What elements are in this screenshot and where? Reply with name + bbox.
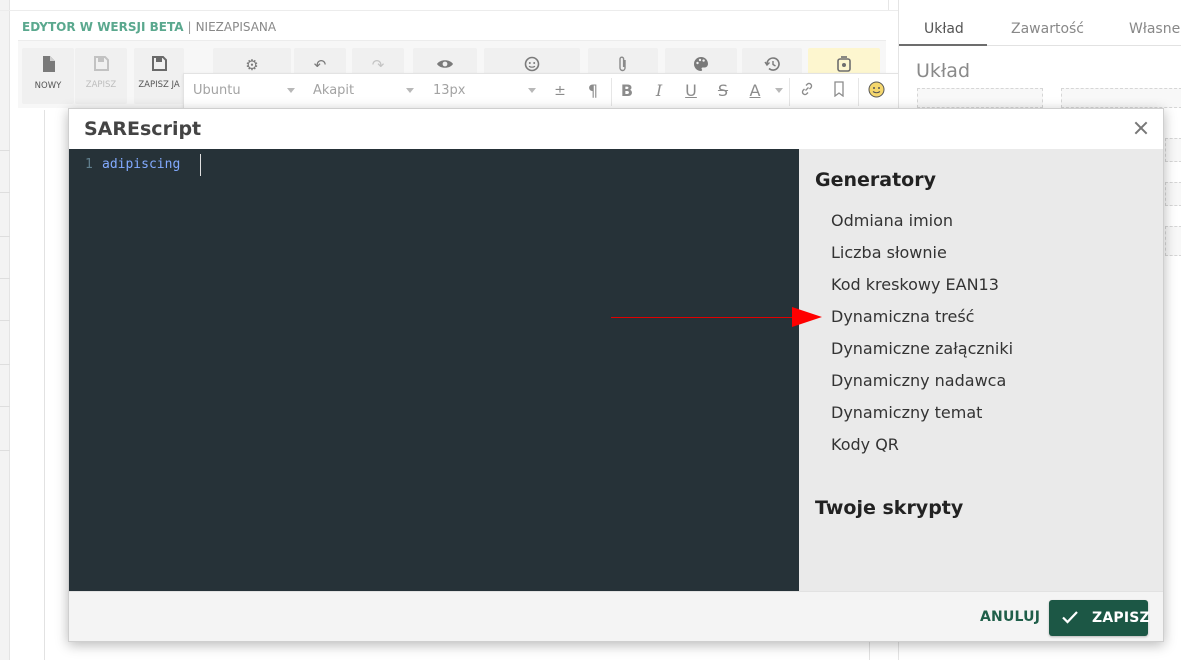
top-divider (0, 10, 898, 11)
save-button[interactable]: ZAPISZ (1049, 600, 1150, 636)
text-cursor (200, 154, 201, 176)
bookmark-icon[interactable] (828, 81, 850, 102)
toolbar-divider (858, 78, 859, 106)
annotation-arrow-icon (792, 307, 822, 327)
layout-block[interactable] (917, 88, 1043, 108)
save-toolbar-label: ZAPISZ (85, 80, 117, 90)
emoji-icon[interactable] (865, 81, 887, 103)
generator-dynamic-subject[interactable]: Dynamiczny temat (831, 405, 1013, 437)
underline-icon[interactable]: U (680, 81, 702, 101)
redo-icon: ↷ (371, 56, 385, 74)
generator-name-declension[interactable]: Odmiana imion (831, 213, 1013, 245)
chevron-down-icon (528, 88, 536, 93)
undo-icon: ↶ (313, 56, 327, 74)
link-icon[interactable] (796, 81, 818, 103)
save-as-button[interactable]: ZAPISZ JA (134, 48, 184, 104)
status-separator: | (187, 20, 192, 34)
text-color-icon[interactable]: A (744, 81, 766, 101)
italic-icon[interactable]: I (648, 81, 670, 101)
generator-dynamic-content[interactable]: Dynamiczna treść (831, 309, 1013, 341)
font-family-select[interactable]: Ubuntu (193, 83, 241, 98)
save-button-label: ZAPISZ (1092, 610, 1150, 626)
toolbar-divider (611, 78, 612, 106)
beta-label: EDYTOR W WERSJI BETA (22, 20, 184, 34)
gear-icon: ⚙ (245, 56, 259, 74)
close-icon[interactable] (1131, 118, 1151, 138)
your-scripts-heading: Twoje skrypty (815, 497, 964, 519)
save-toolbar-button[interactable]: ZAPISZ (75, 48, 127, 104)
toolbar-divider (789, 78, 790, 106)
script-sidebar: Generatory Odmiana imion Liczba słownie … (799, 149, 1163, 591)
unsaved-status: NIEZAPISANA (195, 20, 277, 34)
chevron-down-icon (287, 88, 295, 93)
save-as-label: ZAPISZ JA (138, 80, 180, 90)
paragraph-icon[interactable]: ¶ (582, 81, 604, 101)
chevron-down-icon (406, 88, 414, 93)
floppy-disk-icon (134, 56, 184, 75)
top-tick (888, 0, 889, 10)
editor-status-bar: EDYTOR W WERSJI BETA | NIEZAPISANA (22, 20, 276, 34)
layout-block[interactable] (1165, 182, 1181, 206)
eye-icon (413, 56, 477, 74)
tab-content[interactable]: Zawartość (1011, 21, 1084, 37)
cancel-button[interactable]: ANULUJ (980, 609, 1040, 625)
layout-block[interactable] (1165, 226, 1181, 256)
generator-dynamic-sender[interactable]: Dynamiczny nadawca (831, 373, 1013, 405)
layout-block[interactable] (1061, 88, 1181, 108)
new-button[interactable]: NOWY (22, 48, 74, 104)
floppy-disk-icon (75, 56, 127, 75)
line-height-icon[interactable]: ± (549, 81, 571, 101)
paragraph-style-select[interactable]: Akapit (313, 83, 354, 98)
checkmark-icon (1061, 608, 1079, 626)
left-strip (0, 0, 10, 660)
layout-block[interactable] (1165, 138, 1181, 162)
code-editor[interactable]: 1 adipiscing (69, 149, 799, 591)
generators-heading: Generatory (815, 169, 936, 191)
strikethrough-icon[interactable]: S (712, 81, 734, 101)
text-format-bar: Ubuntu Akapit 13px ± ¶ B I U S A (183, 73, 928, 109)
panel-heading: Układ (916, 60, 971, 82)
sarescript-modal: SAREscript 1 adipiscing Generatory Odmia… (68, 108, 1164, 642)
annotation-arrow-line (611, 317, 803, 318)
modal-title: SAREscript (84, 118, 202, 140)
chevron-down-icon (775, 88, 783, 93)
tab-layout[interactable]: Układ (924, 21, 964, 37)
line-number: 1 (85, 157, 93, 172)
tab-custom[interactable]: Własne (1129, 21, 1180, 37)
modal-footer: ANULUJ ZAPISZ (69, 591, 1163, 641)
modal-header: SAREscript (69, 109, 1163, 149)
generator-qr-codes[interactable]: Kody QR (831, 437, 1013, 469)
generator-number-in-words[interactable]: Liczba słownie (831, 245, 1013, 277)
bold-icon[interactable]: B (616, 81, 638, 101)
active-tab-indicator (899, 44, 987, 46)
code-line[interactable]: adipiscing (102, 157, 180, 172)
new-button-label: NOWY (34, 81, 62, 91)
generator-list: Odmiana imion Liczba słownie Kod kreskow… (831, 213, 1013, 469)
generator-ean13-barcode[interactable]: Kod kreskowy EAN13 (831, 277, 1013, 309)
right-panel-tabs: Układ Zawartość Własne (899, 12, 1181, 46)
generator-dynamic-attachments[interactable]: Dynamiczne załączniki (831, 341, 1013, 373)
document-icon (22, 56, 74, 76)
font-size-select[interactable]: 13px (433, 83, 466, 98)
